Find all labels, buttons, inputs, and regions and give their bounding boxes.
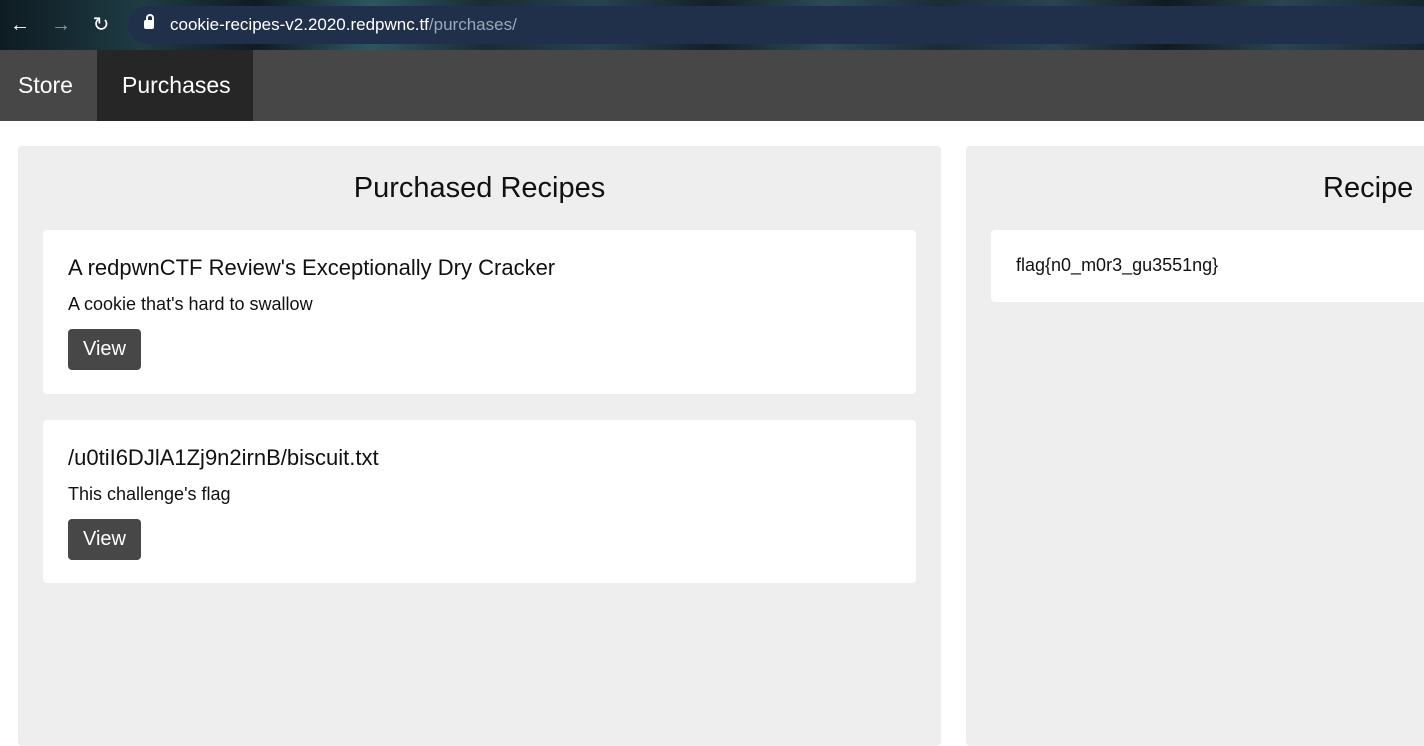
nav-item-store[interactable]: Store bbox=[0, 50, 97, 121]
recipe-description: A cookie that's hard to swallow bbox=[68, 294, 313, 314]
recipe-card: A redpwnCTF Review's Exceptionally Dry C… bbox=[43, 230, 916, 394]
purchased-recipes-title: Purchased Recipes bbox=[353, 172, 606, 204]
back-arrow-icon[interactable]: ← bbox=[7, 12, 33, 38]
view-button[interactable]: View bbox=[68, 329, 141, 370]
recipe-content-card: flag{n0_m0r3_gu3551ng} bbox=[991, 230, 1424, 302]
lock-icon bbox=[144, 14, 154, 31]
site-nav: Store Purchases bbox=[0, 50, 1424, 121]
nav-item-purchases[interactable]: Purchases bbox=[97, 50, 253, 121]
recipe-name: /u0tiI6DJlA1Zj9n2irnB/biscuit.txt bbox=[68, 445, 379, 470]
purchased-recipes-panel: Purchased Recipes A redpwnCTF Review's E… bbox=[18, 146, 941, 746]
browser-toolbar: ← → ↻ cookie-recipes-v2.2020.redpwnc.tf/… bbox=[0, 0, 1424, 50]
reload-icon[interactable]: ↻ bbox=[88, 12, 114, 38]
address-bar[interactable]: cookie-recipes-v2.2020.redpwnc.tf/purcha… bbox=[128, 6, 1424, 44]
recipe-panel-title: Recipe bbox=[1323, 172, 1414, 204]
recipe-description: This challenge's flag bbox=[68, 484, 231, 504]
forward-arrow-icon[interactable]: → bbox=[48, 12, 74, 38]
recipe-name: A redpwnCTF Review's Exceptionally Dry C… bbox=[68, 255, 556, 280]
recipe-content-text: flag{n0_m0r3_gu3551ng} bbox=[1016, 255, 1219, 275]
url-text: cookie-recipes-v2.2020.redpwnc.tf/purcha… bbox=[170, 15, 517, 35]
url-host: cookie-recipes-v2.2020.redpwnc.tf bbox=[170, 15, 429, 34]
view-button[interactable]: View bbox=[68, 519, 141, 560]
url-path: /purchases/ bbox=[428, 15, 517, 34]
recipe-panel: Recipe flag{n0_m0r3_gu3551ng} bbox=[966, 146, 1424, 746]
recipe-card: /u0tiI6DJlA1Zj9n2irnB/biscuit.txt This c… bbox=[43, 420, 916, 583]
